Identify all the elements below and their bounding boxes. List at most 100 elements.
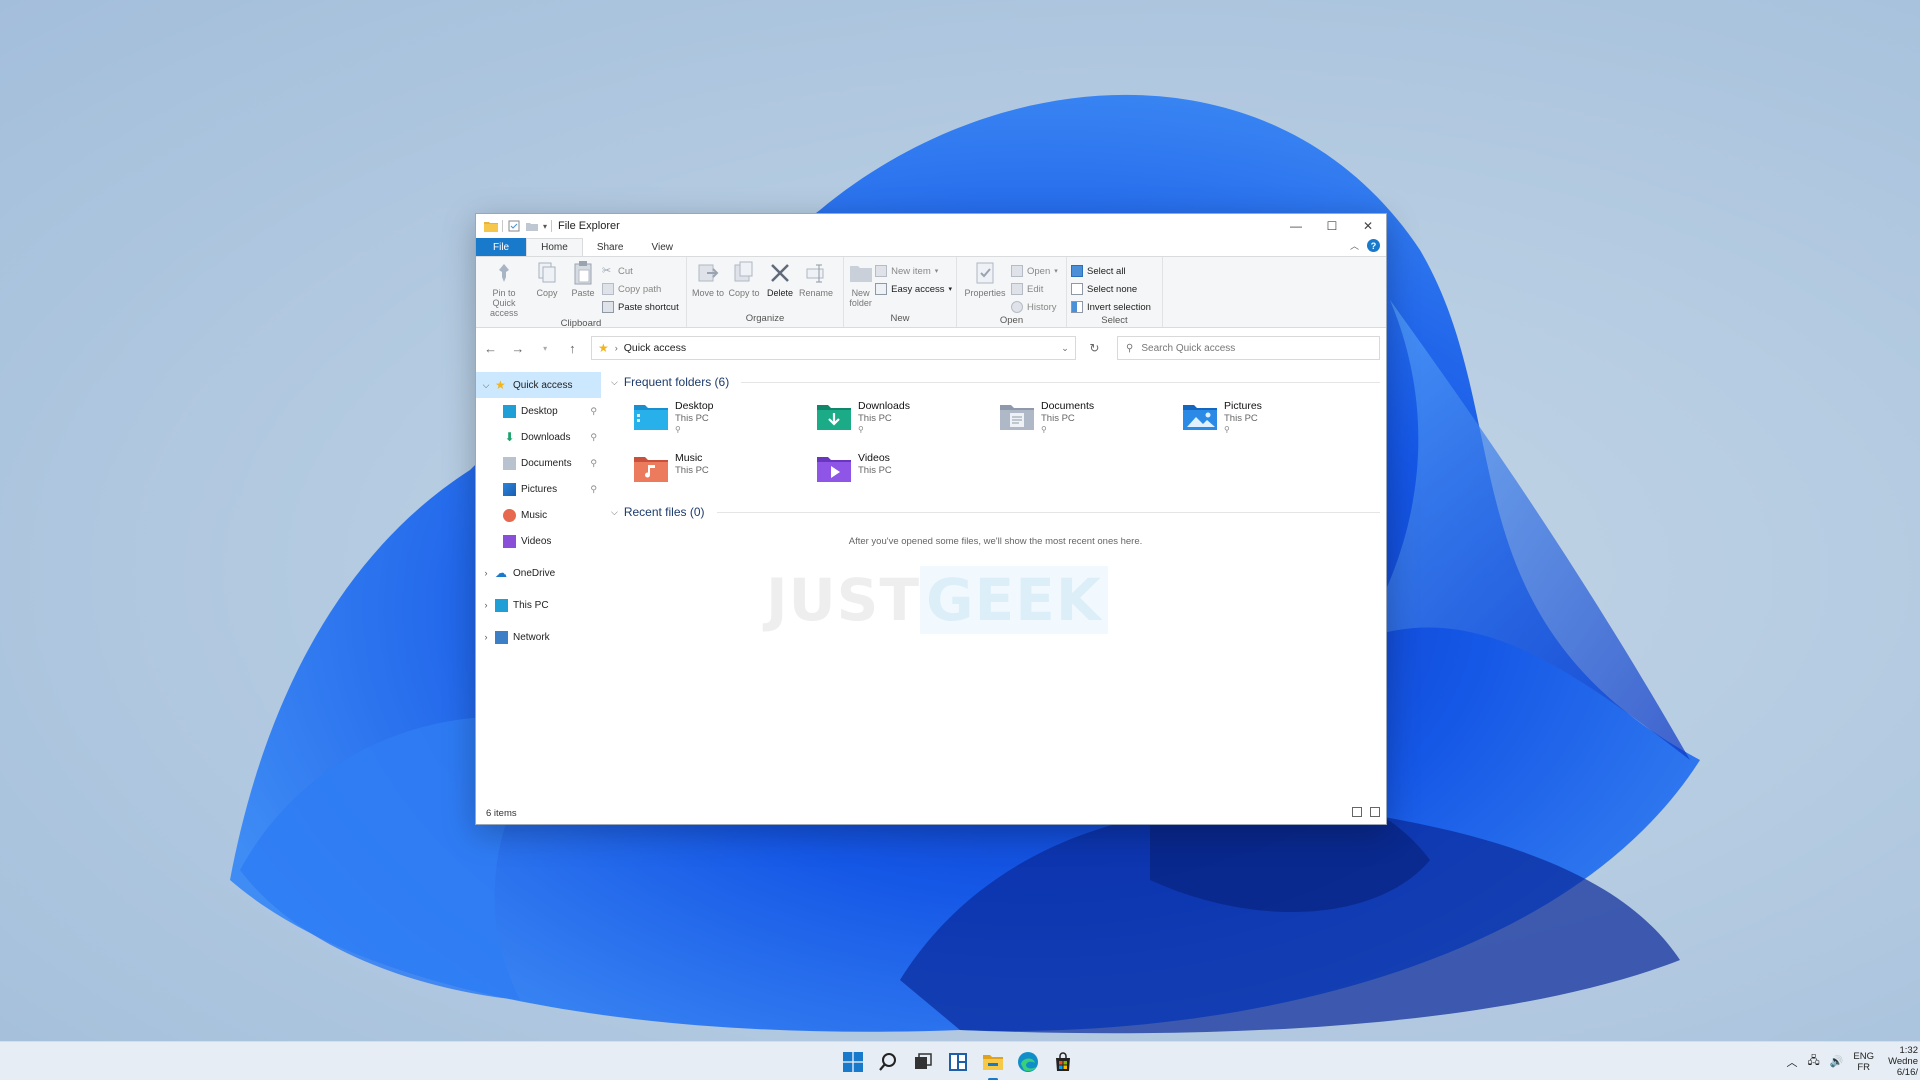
search-button[interactable] xyxy=(876,1050,900,1074)
paste-shortcut-button[interactable]: Paste shortcut xyxy=(602,299,679,315)
network-status-icon[interactable]: 🖧 xyxy=(1807,1052,1819,1071)
recent-locations-chevron-icon[interactable]: ▾ xyxy=(536,344,553,353)
invert-selection-button[interactable]: Invert selection xyxy=(1071,299,1151,315)
folder-tile-downloads[interactable]: Downloads This PC ⚲ xyxy=(816,396,999,442)
customize-toolbar-chevron-icon[interactable]: ▾ xyxy=(543,222,547,231)
folder-tile-videos[interactable]: Videos This PC xyxy=(816,448,999,494)
select-all-button[interactable]: Select all xyxy=(1071,263,1151,279)
folder-tile-pictures[interactable]: Pictures This PC ⚲ xyxy=(1182,396,1365,442)
new-folder-icon[interactable] xyxy=(525,220,539,232)
collapse-ribbon-chevron-up-icon[interactable]: ︿ xyxy=(1350,239,1359,252)
back-arrow-icon[interactable]: ← xyxy=(482,341,499,356)
minimize-button[interactable]: — xyxy=(1278,214,1314,238)
sidebar-item-downloads[interactable]: ⬇ Downloads ⚲ xyxy=(476,424,601,450)
tab-view[interactable]: View xyxy=(638,238,688,256)
download-arrow-icon: ⬇ xyxy=(504,429,515,444)
music-folder-icon xyxy=(634,457,668,482)
documents-folder-icon xyxy=(1000,405,1034,430)
videos-folder-icon xyxy=(817,457,851,482)
paste-button[interactable]: Paste xyxy=(566,260,600,298)
move-to-button[interactable]: Move to xyxy=(691,260,725,298)
up-arrow-icon[interactable]: ↑ xyxy=(564,341,581,356)
copy-button[interactable]: Copy xyxy=(530,260,564,298)
tab-home[interactable]: Home xyxy=(526,238,583,256)
task-view-button[interactable] xyxy=(911,1050,935,1074)
volume-icon[interactable]: 🔊 xyxy=(1830,1055,1844,1068)
copy-path-icon xyxy=(602,283,614,295)
star-icon: ★ xyxy=(495,377,506,392)
sidebar-item-videos[interactable]: Videos xyxy=(476,528,601,554)
rename-label: Rename xyxy=(798,288,834,298)
details-view-icon[interactable] xyxy=(1352,807,1362,817)
select-none-button[interactable]: Select none xyxy=(1071,281,1151,297)
search-input[interactable]: ⚲ Search Quick access xyxy=(1117,336,1381,360)
taskbar-apps xyxy=(841,1042,1075,1080)
expanded-chevron-icon[interactable]: ⌵ xyxy=(480,380,492,391)
address-bar-row: ← → ▾ ↑ ★ › Quick access ⌄ ↻ ⚲ Search Qu… xyxy=(476,328,1386,368)
sidebar-item-quick-access[interactable]: ⌵ ★ Quick access xyxy=(476,372,601,398)
recent-files-header[interactable]: ⌵ Recent files (0) xyxy=(611,502,1380,522)
pin-to-quick-access-button[interactable]: Pin to Quick access xyxy=(480,260,528,318)
copy-to-button[interactable]: Copy to xyxy=(727,260,761,298)
collapsed-chevron-icon[interactable]: › xyxy=(480,568,492,578)
folder-tile-music[interactable]: Music This PC xyxy=(633,448,816,494)
desktop-folder-icon xyxy=(634,405,668,430)
close-button[interactable]: ✕ xyxy=(1350,214,1386,238)
cut-button[interactable]: ✂ Cut xyxy=(602,263,679,279)
address-input[interactable]: ★ › Quick access ⌄ xyxy=(590,336,1076,360)
window-controls: — ☐ ✕ xyxy=(1278,214,1386,238)
clock[interactable]: 1:32 Wedne 6/16/ xyxy=(1884,1045,1918,1078)
show-hidden-icons-chevron-icon[interactable]: ︿ xyxy=(1786,1054,1797,1070)
refresh-icon[interactable]: ↻ xyxy=(1086,341,1103,355)
microsoft-store-button[interactable] xyxy=(1051,1050,1075,1074)
new-item-button[interactable]: New item ▾ xyxy=(875,263,952,279)
delete-button[interactable]: Delete xyxy=(763,260,797,298)
search-placeholder: Search Quick access xyxy=(1141,342,1236,354)
properties-icon[interactable] xyxy=(507,220,521,232)
sidebar-item-documents[interactable]: Documents ⚲ xyxy=(476,450,601,476)
rename-button[interactable]: Rename xyxy=(799,260,833,298)
properties-label: Properties xyxy=(964,288,1006,298)
help-icon[interactable]: ? xyxy=(1367,239,1380,252)
sidebar-item-this-pc[interactable]: › This PC xyxy=(476,592,601,618)
sidebar-item-pictures[interactable]: Pictures ⚲ xyxy=(476,476,601,502)
edit-button[interactable]: Edit xyxy=(1011,281,1058,297)
edge-browser-button[interactable] xyxy=(1016,1050,1040,1074)
computer-icon xyxy=(495,598,508,612)
address-dropdown-chevron-icon[interactable]: ⌄ xyxy=(1061,343,1069,354)
sidebar-item-onedrive[interactable]: › ☁ OneDrive xyxy=(476,560,601,586)
properties-button[interactable]: Properties xyxy=(961,260,1009,298)
history-button[interactable]: History xyxy=(1011,299,1058,315)
copy-label: Copy xyxy=(536,288,558,298)
file-explorer-taskbar-button[interactable] xyxy=(981,1050,1005,1080)
select-group-label: Select xyxy=(1101,315,1128,326)
maximize-button[interactable]: ☐ xyxy=(1314,214,1350,238)
folder-tile-documents[interactable]: Documents This PC ⚲ xyxy=(999,396,1182,442)
open-button[interactable]: Open ▾ xyxy=(1011,263,1058,279)
tab-file[interactable]: File xyxy=(476,238,527,256)
sidebar-item-desktop[interactable]: Desktop ⚲ xyxy=(476,398,601,424)
new-folder-button[interactable]: New folder xyxy=(848,260,873,308)
move-to-label: Move to xyxy=(691,288,724,298)
pictures-icon xyxy=(503,482,516,496)
collapsed-chevron-icon[interactable]: › xyxy=(480,600,492,610)
large-icons-view-icon[interactable] xyxy=(1370,807,1380,817)
new-group-label: New xyxy=(890,313,910,324)
pin-icon: ⚲ xyxy=(1224,425,1230,434)
breadcrumb-quick-access[interactable]: Quick access xyxy=(624,342,686,354)
video-play-icon xyxy=(503,534,516,548)
collapsed-chevron-icon[interactable]: › xyxy=(480,632,492,642)
move-to-icon xyxy=(696,260,720,286)
easy-access-button[interactable]: Easy access ▾ xyxy=(875,281,952,297)
sidebar-item-network[interactable]: › Network xyxy=(476,624,601,650)
frequent-folders-header[interactable]: ⌵ Frequent folders (6) xyxy=(611,372,1380,392)
tab-share[interactable]: Share xyxy=(583,238,638,256)
sidebar-item-music[interactable]: Music xyxy=(476,502,601,528)
pin-icon: ⚲ xyxy=(858,425,864,434)
input-language-indicator[interactable]: ENG FR xyxy=(1853,1051,1874,1073)
start-button[interactable] xyxy=(841,1050,865,1074)
widgets-button[interactable] xyxy=(946,1050,970,1074)
forward-arrow-icon[interactable]: → xyxy=(509,341,526,356)
folder-tile-desktop[interactable]: Desktop This PC ⚲ xyxy=(633,396,816,442)
copy-path-button[interactable]: Copy path xyxy=(602,281,679,297)
